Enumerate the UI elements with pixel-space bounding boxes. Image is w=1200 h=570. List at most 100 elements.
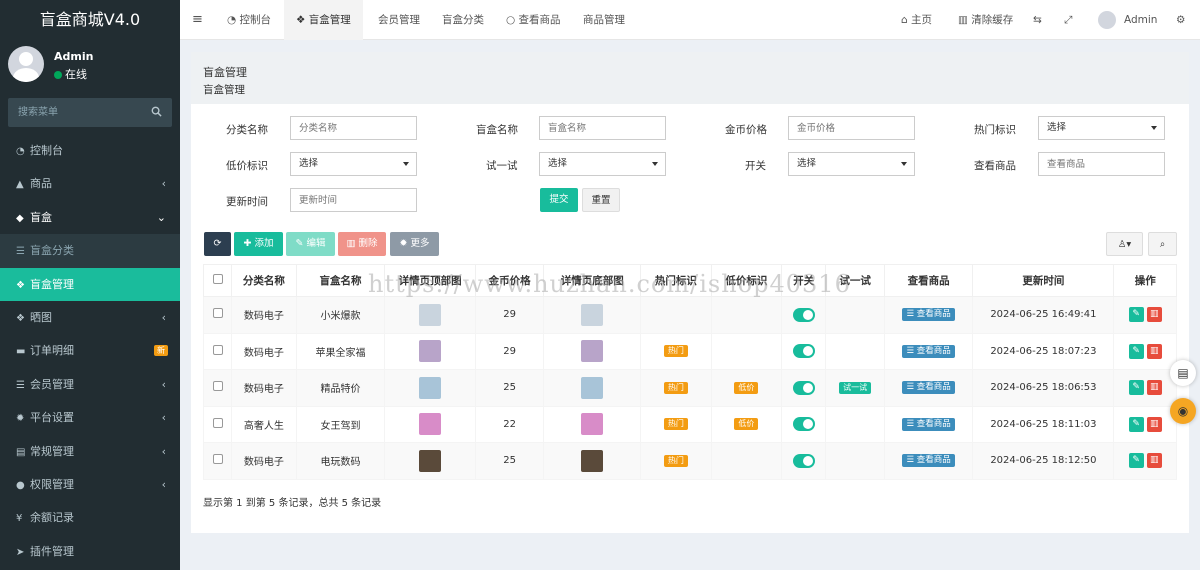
sidebar-item-plugins[interactable]: ➤ 插件管理 [0, 535, 180, 568]
home-link[interactable]: ⌂ 主页 [901, 0, 932, 40]
gold-price-input[interactable] [788, 116, 915, 140]
sidebar-item-general[interactable]: ▤ 常规管理 ‹ [0, 435, 180, 468]
sidebar-item-platform[interactable]: ✹ 平台设置 ‹ [0, 401, 180, 434]
top-image-thumb[interactable] [419, 303, 442, 326]
row-select-cell[interactable] [202, 296, 233, 334]
delete-row-button[interactable]: ▥ [1146, 343, 1162, 359]
tab-view-goods[interactable]: ○ 查看商品 [506, 0, 561, 40]
search-icon[interactable] [151, 106, 162, 117]
row-select-cell[interactable] [202, 332, 233, 370]
sidebar-item-goods[interactable]: ▲ 商品 ‹ [0, 167, 180, 200]
tab-members[interactable]: 会员管理 [378, 0, 420, 40]
edit-row-button[interactable]: ✎ [1128, 343, 1144, 359]
bottom-image-thumb[interactable] [581, 413, 604, 436]
table-row[interactable]: 高奢人生 女王驾到 22 热门 低价 ☰ 查看商品 2024-06-25 18:11:03 ✎… [202, 405, 1177, 443]
view-goods-button[interactable]: ☰ 查看商品 [902, 381, 955, 395]
col-view-goods[interactable]: 查看商品 [883, 264, 974, 297]
sidebar-search-input[interactable] [8, 98, 138, 127]
sidebar-item-showcase[interactable]: ❖ 晒图 ‹ [0, 301, 180, 334]
search-toggle-button[interactable]: ⌕ [1148, 232, 1177, 256]
sidebar-item-members[interactable]: ☰ 会员管理 ‹ [0, 368, 180, 401]
app-logo[interactable]: 盲盒商城V4.0 [0, 0, 180, 40]
try-select[interactable]: 选择 [539, 152, 666, 176]
top-image-thumb[interactable] [419, 340, 442, 363]
sidebar-item-box-manage[interactable]: ❖ 盲盒管理 [0, 267, 180, 301]
row-checkbox[interactable] [212, 308, 223, 319]
update-time-input[interactable] [290, 188, 417, 212]
sidebar-item-blindbox[interactable]: ◆ 盲盒 ⌄ [0, 201, 180, 234]
col-update-time[interactable]: 更新时间 [972, 264, 1115, 297]
edit-row-button[interactable]: ✎ [1128, 307, 1144, 323]
table-row[interactable]: 数码电子 电玩数码 25 热门 ☰ 查看商品 2024-06-25 18:12:50 ✎ ▥ [202, 442, 1177, 480]
edit-row-button[interactable]: ✎ [1128, 380, 1144, 396]
bottom-image-thumb[interactable] [581, 376, 604, 399]
palette-icon[interactable]: ◉ [1170, 398, 1196, 424]
settings-gear-icon[interactable]: ⚙ [1176, 0, 1185, 40]
tab-box-manage[interactable]: ❖ 盲盒管理 [284, 0, 363, 40]
export-button[interactable]: ♙▾ [1106, 232, 1143, 256]
bottom-image-thumb[interactable] [581, 340, 604, 363]
row-select-cell[interactable] [202, 442, 233, 480]
row-checkbox[interactable] [212, 381, 223, 392]
col-switch[interactable]: 开关 [781, 264, 827, 297]
row-checkbox[interactable] [212, 417, 223, 428]
edit-button[interactable]: ✎ 编辑 [286, 232, 335, 256]
status-toggle[interactable] [792, 453, 815, 468]
reset-button[interactable]: 重置 [582, 188, 620, 212]
bottom-image-thumb[interactable] [581, 303, 604, 326]
add-button[interactable]: ✚ 添加 [234, 232, 283, 256]
clear-cache-button[interactable]: ▥ 清除缓存 [958, 0, 1013, 40]
view-goods-input[interactable] [1038, 152, 1165, 176]
sidebar-item-balance[interactable]: ¥ 余额记录 [0, 501, 180, 534]
hot-flag-select[interactable]: 选择 [1038, 116, 1165, 140]
edit-row-button[interactable]: ✎ [1128, 416, 1144, 432]
view-goods-button[interactable]: ☰ 查看商品 [902, 308, 955, 322]
sidebar-item-dashboard[interactable]: ◔ 控制台 [0, 134, 180, 167]
view-goods-button[interactable]: ☰ 查看商品 [902, 344, 955, 358]
delete-row-button[interactable]: ▥ [1146, 380, 1162, 396]
sidebar-item-permissions[interactable]: ● 权限管理 ‹ [0, 468, 180, 501]
admin-menu[interactable]: Admin [1098, 0, 1157, 40]
status-toggle[interactable] [792, 380, 815, 395]
status-toggle[interactable] [792, 307, 815, 322]
edit-row-button[interactable]: ✎ [1128, 453, 1144, 469]
book-icon[interactable]: ▤ [1170, 360, 1196, 386]
status-toggle[interactable] [792, 417, 815, 432]
top-image-thumb[interactable] [419, 376, 442, 399]
fullscreen-icon[interactable]: ⤢ [1064, 0, 1072, 40]
status-toggle[interactable] [792, 344, 815, 359]
table-row[interactable]: 数码电子 精品特价 25 热门 低价 试一试 ☰ 查看商品 2024-06-25 18:06:… [202, 369, 1177, 407]
table-row[interactable]: 数码电子 小米爆款 29 ☰ 查看商品 2024-06-25 16:49:41 ✎ ▥ [202, 296, 1177, 334]
more-button[interactable]: ✹ 更多 [390, 232, 439, 256]
col-category[interactable]: 分类名称 [231, 264, 297, 297]
col-try[interactable]: 试一试 [825, 264, 885, 297]
delete-row-button[interactable]: ▥ [1146, 307, 1162, 323]
low-price-select[interactable]: 选择 [290, 152, 417, 176]
col-bottom-image[interactable]: 详情页底部图 [543, 264, 642, 297]
select-all-checkbox[interactable] [212, 274, 223, 284]
category-input[interactable] [290, 116, 417, 140]
sidebar-item-orders[interactable]: ▬ 订单明细新 [0, 334, 180, 367]
col-gold-price[interactable]: 金币价格 [474, 264, 545, 297]
col-low[interactable]: 低价标识 [710, 264, 783, 297]
switch-select[interactable]: 选择 [788, 152, 915, 176]
view-goods-button[interactable]: ☰ 查看商品 [902, 417, 955, 431]
row-checkbox[interactable] [212, 454, 223, 465]
refresh-button[interactable]: ⟳ [204, 232, 231, 256]
sidebar-item-box-category[interactable]: ☰ 盲盒分类 [0, 234, 180, 268]
bottom-image-thumb[interactable] [581, 449, 604, 472]
top-image-thumb[interactable] [419, 449, 442, 472]
delete-row-button[interactable]: ▥ [1146, 416, 1162, 432]
language-icon[interactable]: ⇆ [1033, 0, 1042, 40]
box-name-input[interactable] [539, 116, 666, 140]
tab-goods-manage[interactable]: 商品管理 [583, 0, 625, 40]
row-checkbox[interactable] [212, 344, 223, 355]
tab-dashboard[interactable]: ◔ 控制台 [227, 0, 271, 40]
delete-button[interactable]: ▥ 删除 [338, 232, 386, 256]
col-name[interactable]: 盲盒名称 [295, 264, 386, 297]
row-select-cell[interactable] [202, 369, 233, 407]
table-row[interactable]: 数码电子 苹果全家福 29 热门 ☰ 查看商品 2024-06-25 18:07:23 ✎ ▥ [202, 332, 1177, 370]
delete-row-button[interactable]: ▥ [1146, 453, 1162, 469]
select-all-header[interactable] [202, 264, 233, 297]
row-select-cell[interactable] [202, 405, 233, 443]
